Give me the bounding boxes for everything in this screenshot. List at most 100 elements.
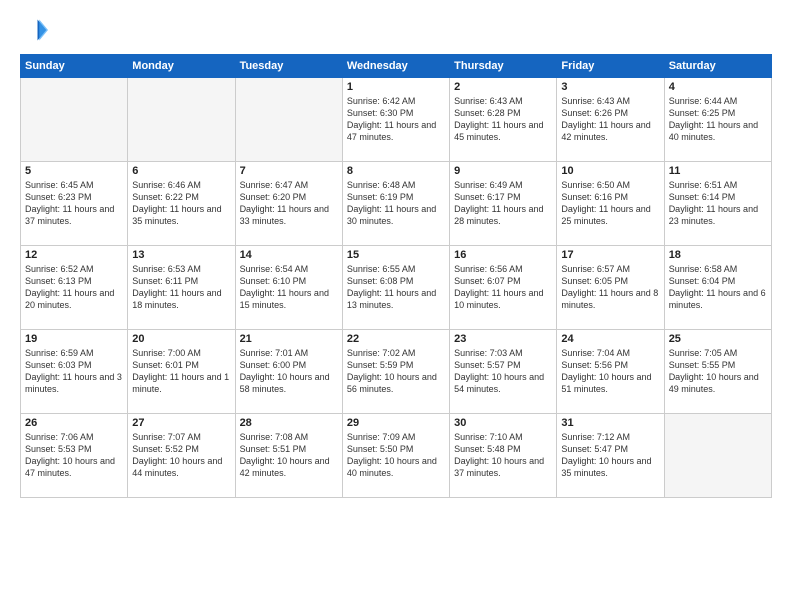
calendar-cell [21, 78, 128, 162]
calendar-week-row: 12 Sunrise: 6:52 AM Sunset: 6:13 PM Dayli… [21, 246, 772, 330]
cell-info: Sunrise: 7:00 AM Sunset: 6:01 PM Dayligh… [132, 347, 230, 396]
day-number: 22 [347, 333, 445, 345]
day-number: 31 [561, 417, 659, 429]
cell-info: Sunrise: 6:43 AM Sunset: 6:28 PM Dayligh… [454, 95, 552, 144]
calendar-week-row: 26 Sunrise: 7:06 AM Sunset: 5:53 PM Dayli… [21, 414, 772, 498]
logo [20, 16, 52, 44]
cell-info: Sunrise: 6:59 AM Sunset: 6:03 PM Dayligh… [25, 347, 123, 396]
calendar-cell [128, 78, 235, 162]
calendar-week-row: 1 Sunrise: 6:42 AM Sunset: 6:30 PM Daylig… [21, 78, 772, 162]
weekday-header: Thursday [450, 55, 557, 78]
calendar-cell: 14 Sunrise: 6:54 AM Sunset: 6:10 PM Dayli… [235, 246, 342, 330]
calendar-cell: 8 Sunrise: 6:48 AM Sunset: 6:19 PM Daylig… [342, 162, 449, 246]
calendar-cell: 23Sunrise: 7:03 AM Sunset: 5:57 PM Dayli… [450, 330, 557, 414]
calendar-cell: 4Sunrise: 6:44 AM Sunset: 6:25 PM Daylig… [664, 78, 771, 162]
calendar-cell: 16 Sunrise: 6:56 AM Sunset: 6:07 PM Dayli… [450, 246, 557, 330]
calendar-cell: 19 Sunrise: 6:59 AM Sunset: 6:03 PM Dayli… [21, 330, 128, 414]
calendar-cell: 17 Sunrise: 6:57 AM Sunset: 6:05 PM Dayli… [557, 246, 664, 330]
cell-info: Sunrise: 6:58 AM Sunset: 6:04 PM Dayligh… [669, 263, 767, 312]
day-number: 3 [561, 81, 659, 93]
cell-info: Sunrise: 7:07 AM Sunset: 5:52 PM Dayligh… [132, 431, 230, 480]
cell-info: Sunrise: 7:04 AM Sunset: 5:56 PM Dayligh… [561, 347, 659, 396]
day-number: 17 [561, 249, 659, 261]
day-number: 19 [25, 333, 123, 345]
calendar-cell: 6 Sunrise: 6:46 AM Sunset: 6:22 PM Daylig… [128, 162, 235, 246]
logo-icon [20, 16, 48, 44]
cell-info: Sunrise: 6:43 AM Sunset: 6:26 PM Dayligh… [561, 95, 659, 144]
cell-info: Sunrise: 6:52 AM Sunset: 6:13 PM Dayligh… [25, 263, 123, 312]
cell-info: Sunrise: 6:42 AM Sunset: 6:30 PM Dayligh… [347, 95, 445, 144]
cell-info: Sunrise: 6:55 AM Sunset: 6:08 PM Dayligh… [347, 263, 445, 312]
day-number: 28 [240, 417, 338, 429]
calendar-cell: 26 Sunrise: 7:06 AM Sunset: 5:53 PM Dayli… [21, 414, 128, 498]
calendar-table: SundayMondayTuesdayWednesdayThursdayFrid… [20, 54, 772, 498]
cell-info: Sunrise: 6:47 AM Sunset: 6:20 PM Dayligh… [240, 179, 338, 228]
day-number: 29 [347, 417, 445, 429]
day-number: 20 [132, 333, 230, 345]
calendar-week-row: 5Sunrise: 6:45 AM Sunset: 6:23 PM Daylig… [21, 162, 772, 246]
day-number: 1 [347, 81, 445, 93]
day-number: 16 [454, 249, 552, 261]
day-number: 25 [669, 333, 767, 345]
calendar-cell: 7 Sunrise: 6:47 AM Sunset: 6:20 PM Daylig… [235, 162, 342, 246]
calendar-cell: 10Sunrise: 6:50 AM Sunset: 6:16 PM Dayli… [557, 162, 664, 246]
day-number: 5 [25, 165, 123, 177]
cell-info: Sunrise: 6:50 AM Sunset: 6:16 PM Dayligh… [561, 179, 659, 228]
calendar-cell: 5Sunrise: 6:45 AM Sunset: 6:23 PM Daylig… [21, 162, 128, 246]
weekday-header: Friday [557, 55, 664, 78]
calendar-cell: 18 Sunrise: 6:58 AM Sunset: 6:04 PM Dayli… [664, 246, 771, 330]
calendar-cell: 21 Sunrise: 7:01 AM Sunset: 6:00 PM Dayli… [235, 330, 342, 414]
cell-info: Sunrise: 7:01 AM Sunset: 6:00 PM Dayligh… [240, 347, 338, 396]
calendar-cell: 29 Sunrise: 7:09 AM Sunset: 5:50 PM Dayli… [342, 414, 449, 498]
cell-info: Sunrise: 6:46 AM Sunset: 6:22 PM Dayligh… [132, 179, 230, 228]
cell-info: Sunrise: 7:08 AM Sunset: 5:51 PM Dayligh… [240, 431, 338, 480]
calendar-week-row: 19 Sunrise: 6:59 AM Sunset: 6:03 PM Dayli… [21, 330, 772, 414]
day-number: 4 [669, 81, 767, 93]
day-number: 13 [132, 249, 230, 261]
calendar-cell: 24 Sunrise: 7:04 AM Sunset: 5:56 PM Dayli… [557, 330, 664, 414]
calendar-cell: 11 Sunrise: 6:51 AM Sunset: 6:14 PM Dayli… [664, 162, 771, 246]
calendar-cell: 2Sunrise: 6:43 AM Sunset: 6:28 PM Daylig… [450, 78, 557, 162]
page-header [20, 16, 772, 44]
day-number: 26 [25, 417, 123, 429]
day-number: 12 [25, 249, 123, 261]
calendar-cell: 13 Sunrise: 6:53 AM Sunset: 6:11 PM Dayli… [128, 246, 235, 330]
calendar-cell [235, 78, 342, 162]
calendar-cell: 1 Sunrise: 6:42 AM Sunset: 6:30 PM Daylig… [342, 78, 449, 162]
cell-info: Sunrise: 6:54 AM Sunset: 6:10 PM Dayligh… [240, 263, 338, 312]
calendar-cell: 30 Sunrise: 7:10 AM Sunset: 5:48 PM Dayli… [450, 414, 557, 498]
cell-info: Sunrise: 6:57 AM Sunset: 6:05 PM Dayligh… [561, 263, 659, 312]
calendar-cell: 31Sunrise: 7:12 AM Sunset: 5:47 PM Dayli… [557, 414, 664, 498]
weekday-header: Saturday [664, 55, 771, 78]
day-number: 18 [669, 249, 767, 261]
cell-info: Sunrise: 7:09 AM Sunset: 5:50 PM Dayligh… [347, 431, 445, 480]
day-number: 7 [240, 165, 338, 177]
day-number: 9 [454, 165, 552, 177]
calendar-cell: 3 Sunrise: 6:43 AM Sunset: 6:26 PM Daylig… [557, 78, 664, 162]
cell-info: Sunrise: 6:51 AM Sunset: 6:14 PM Dayligh… [669, 179, 767, 228]
day-number: 14 [240, 249, 338, 261]
day-number: 30 [454, 417, 552, 429]
calendar-cell: 27 Sunrise: 7:07 AM Sunset: 5:52 PM Dayli… [128, 414, 235, 498]
weekday-header: Wednesday [342, 55, 449, 78]
cell-info: Sunrise: 7:06 AM Sunset: 5:53 PM Dayligh… [25, 431, 123, 480]
day-number: 6 [132, 165, 230, 177]
weekday-header: Tuesday [235, 55, 342, 78]
day-number: 8 [347, 165, 445, 177]
day-number: 11 [669, 165, 767, 177]
cell-info: Sunrise: 7:05 AM Sunset: 5:55 PM Dayligh… [669, 347, 767, 396]
cell-info: Sunrise: 6:48 AM Sunset: 6:19 PM Dayligh… [347, 179, 445, 228]
cell-info: Sunrise: 6:53 AM Sunset: 6:11 PM Dayligh… [132, 263, 230, 312]
weekday-header: Sunday [21, 55, 128, 78]
calendar-cell: 15 Sunrise: 6:55 AM Sunset: 6:08 PM Dayli… [342, 246, 449, 330]
cell-info: Sunrise: 6:56 AM Sunset: 6:07 PM Dayligh… [454, 263, 552, 312]
day-number: 24 [561, 333, 659, 345]
weekday-header: Monday [128, 55, 235, 78]
calendar-cell [664, 414, 771, 498]
day-number: 27 [132, 417, 230, 429]
day-number: 15 [347, 249, 445, 261]
cell-info: Sunrise: 6:49 AM Sunset: 6:17 PM Dayligh… [454, 179, 552, 228]
day-number: 21 [240, 333, 338, 345]
calendar-cell: 22Sunrise: 7:02 AM Sunset: 5:59 PM Dayli… [342, 330, 449, 414]
cell-info: Sunrise: 7:10 AM Sunset: 5:48 PM Dayligh… [454, 431, 552, 480]
